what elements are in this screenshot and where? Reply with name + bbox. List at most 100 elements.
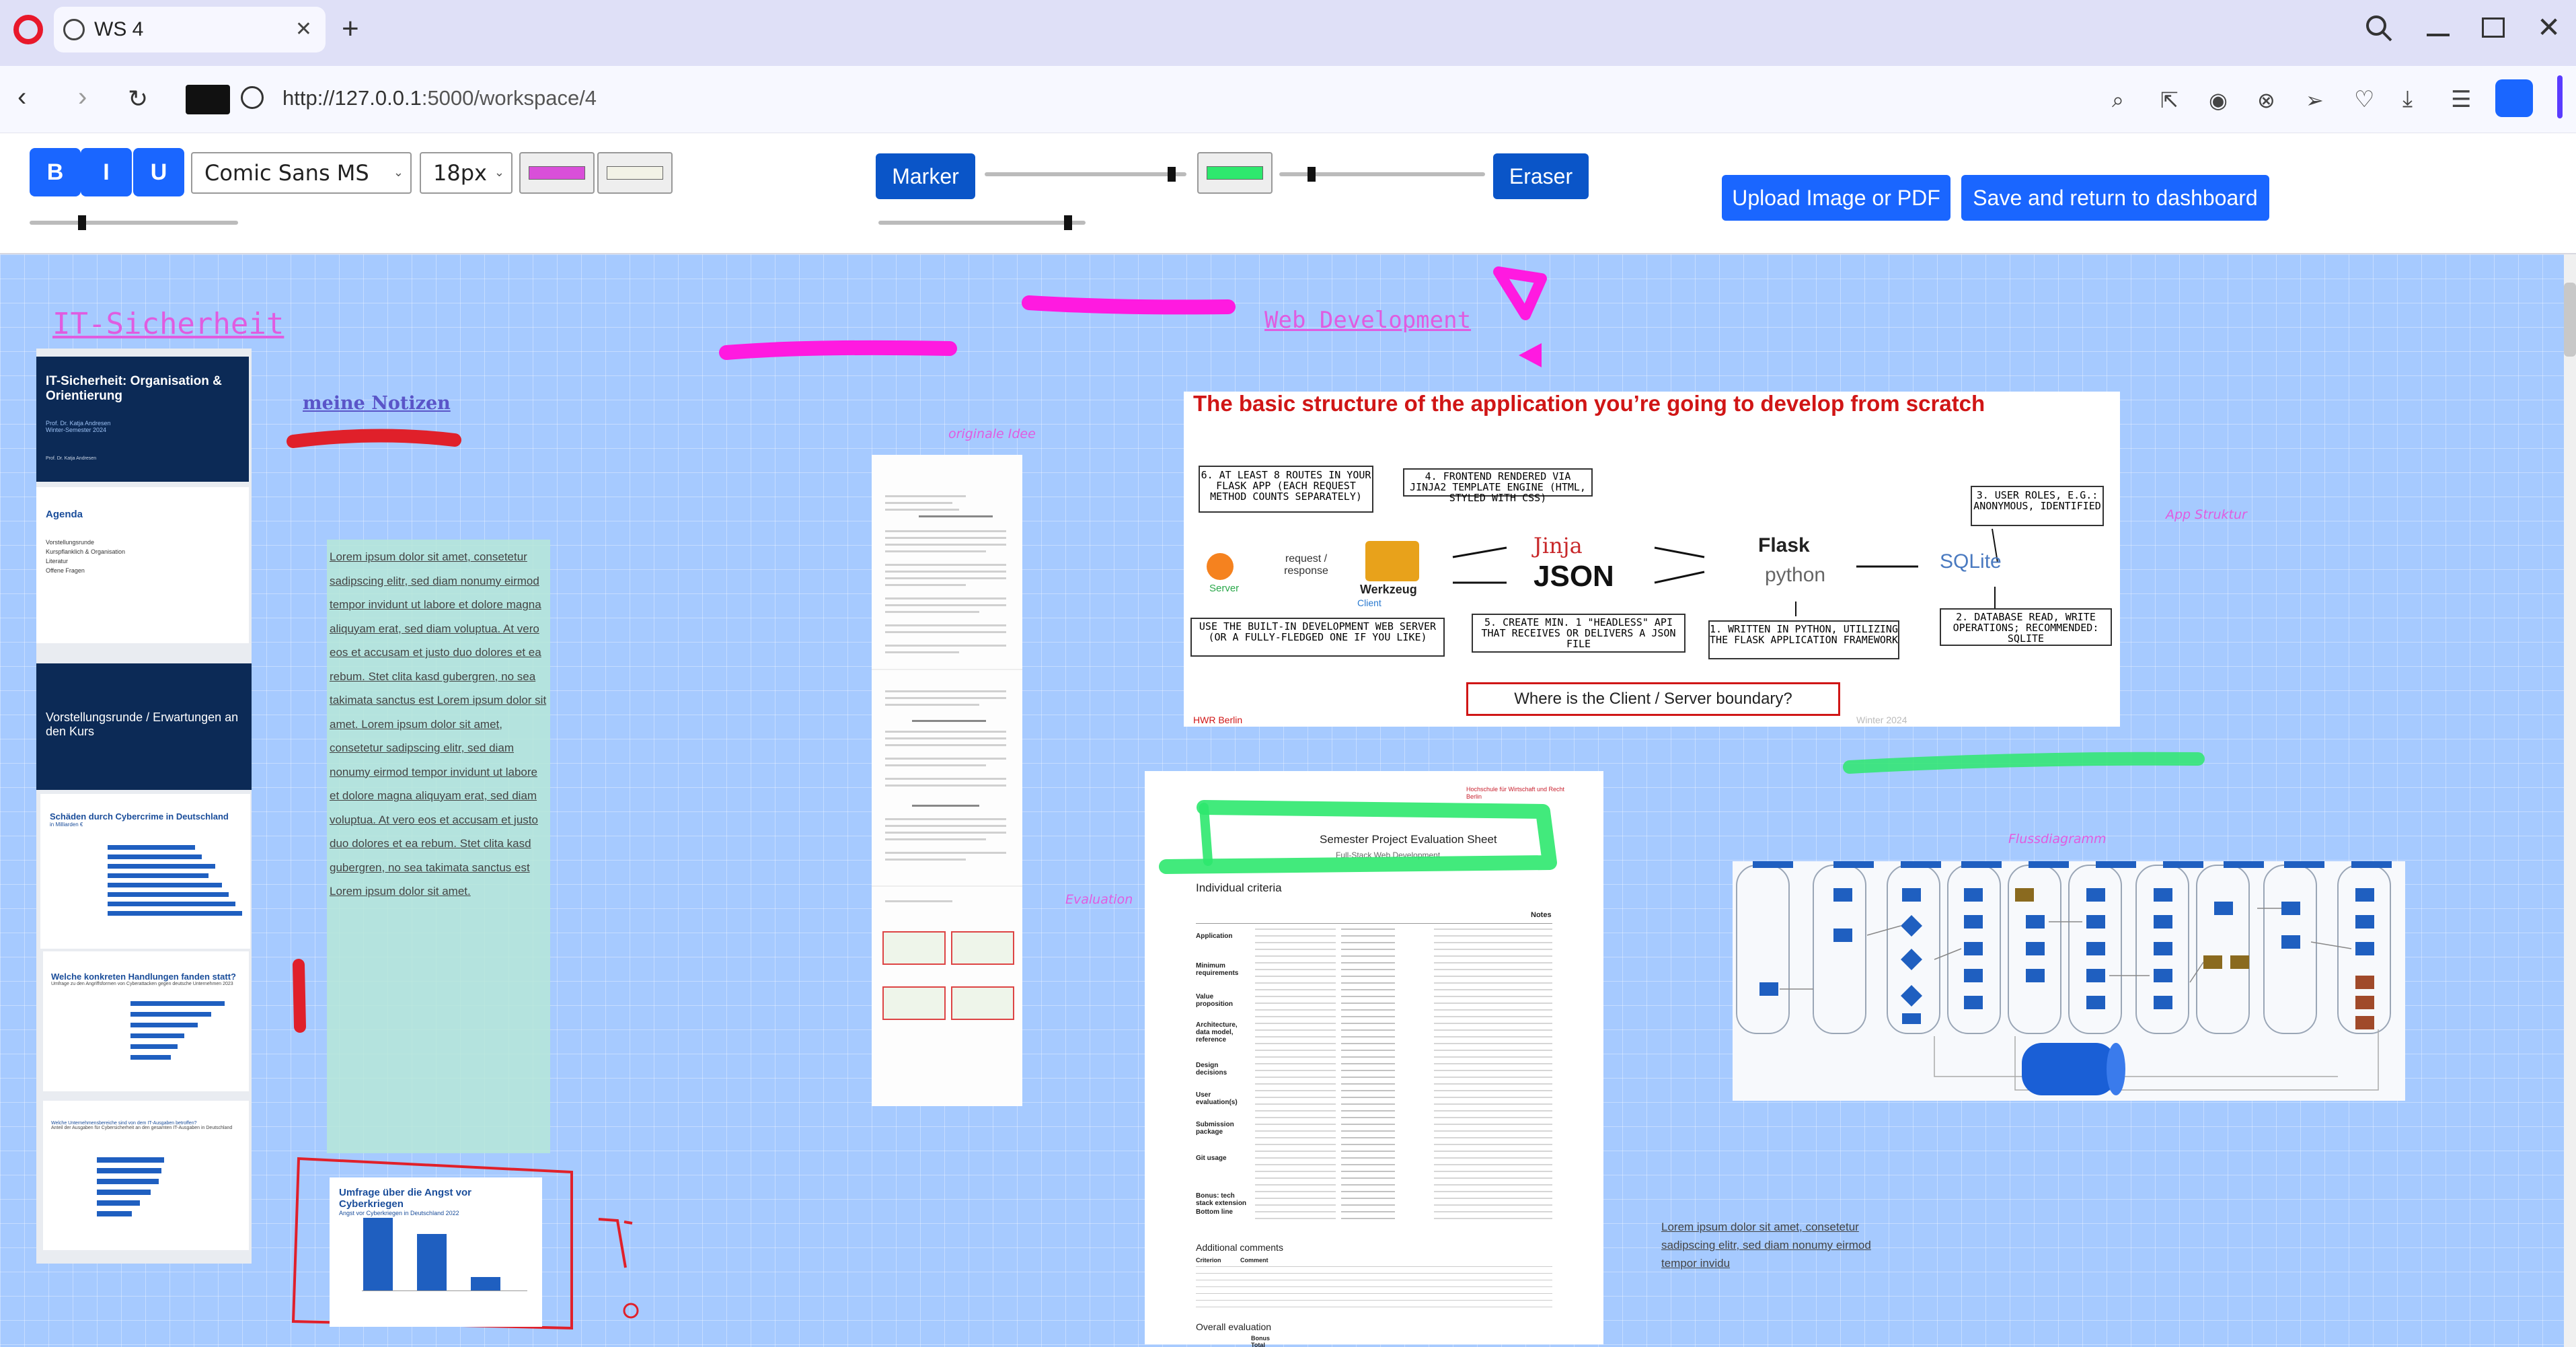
close-window-icon[interactable]: ✕ [2537,11,2561,44]
minimize-icon[interactable] [2427,34,2450,36]
shield-icon[interactable]: ⊗ [2257,87,2275,113]
globe-icon[interactable] [241,86,264,109]
editor-toolbar: B I U Comic Sans MS ⌄ 18px ⌄ Marker Eras… [0,133,2576,254]
close-tab-icon[interactable]: ✕ [295,17,312,41]
slide-6-title: Welche Unternehmensbereiche sind von dem… [51,1121,197,1126]
eraser-button[interactable]: Eraser [1493,153,1589,199]
url-host: http://127.0.0.1 [282,86,422,110]
italic-button[interactable]: I [81,148,132,196]
slide-agenda: Agenda Vorstellungsrunde Kurspflanklich … [36,487,249,643]
diagram-box-api: 5. CREATE MIN. 1 "HEADLESS" API THAT REC… [1472,614,1685,653]
share-icon[interactable]: ⇱ [2160,87,2179,113]
idea-sketch-3 [882,986,946,1020]
tab-title: WS 4 [94,18,144,40]
survey-subtitle: Angst vor Cyberkriegen in Deutschland 20… [339,1210,459,1216]
bold-button[interactable]: B [30,148,81,196]
short-note-text[interactable]: Lorem ipsum dolor sit amet, consetetur s… [1661,1218,1883,1272]
survey-chart-image[interactable]: Umfrage über die Angst vor Cyberkriegen … [330,1177,542,1327]
chevron-down-icon: ⌄ [393,166,404,180]
upload-button[interactable]: Upload Image or PDF [1722,175,1950,221]
idea-document[interactable] [872,455,1022,1106]
slide-schaeden: Schäden durch Cybercrime in Deutschland … [40,794,250,949]
background-color-picker[interactable] [597,152,673,194]
idea-sketch-1 [882,931,946,965]
comment-header: Comment [1240,1257,1268,1264]
slide-6-subtitle: Anteil der Ausgaben für Cybersicherheit … [51,1126,233,1130]
slide-5-title: Welche konkreten Handlungen fanden statt… [51,972,236,982]
text-size-slider[interactable] [30,209,238,235]
slide-vorstellung: Vorstellungsrunde / Erwartungen an den K… [36,663,252,790]
chevron-down-icon: ⌄ [494,166,504,180]
row-min-requirements: Minimum requirements [1196,962,1239,977]
marker-color-picker[interactable] [1197,152,1273,194]
criteria-descriptions [1255,929,1336,1225]
scrollbar-thumb[interactable] [2564,283,2576,357]
slides-column[interactable]: IT-Sicherheit: Organisation & Orientieru… [36,349,252,1264]
app-structure-diagram[interactable]: The basic structure of the application y… [1184,392,2120,727]
slide-1-subtitle: Prof. Dr. Katja Andresen Winter-Semester… [46,420,111,433]
score-boxes [1341,929,1395,1225]
opera-logo-icon[interactable] [13,15,43,44]
marker-button[interactable]: Marker [876,153,975,199]
workspace-badge-icon[interactable] [186,85,230,114]
diagram-box-python: 1. WRITTEN IN PYTHON, UTILIZING THE FLAS… [1708,620,1899,659]
send-icon[interactable]: ➢ [2306,87,2324,113]
slide-4-subtitle: in Milliarden € [50,822,83,828]
red-circle [623,1303,639,1319]
flow-diagram-graphic [1736,861,2392,1095]
comment-lines [1196,1266,1552,1313]
browser-tab-bar: WS 4 ✕ + ✕ [0,0,2576,66]
zoom-icon[interactable]: ⌕ [2112,87,2124,113]
slide-4-title: Schäden durch Cybercrime in Deutschland [50,811,229,822]
notes-text[interactable]: Lorem ipsum dolor sit amet, consetetur s… [330,545,549,904]
idea-sketch-4 [951,986,1014,1020]
slide-2-items: Vorstellungsrunde Kurspflanklich & Organ… [46,539,126,574]
diagram-footer-left: HWR Berlin [1193,715,1243,725]
row-architecture: Architecture, data model, reference [1196,1021,1238,1044]
magenta-stroke-1 [719,340,957,360]
heart-icon[interactable]: ♡ [2354,86,2374,113]
settings-icon[interactable]: ☰ [2451,86,2471,113]
boundary-question: Where is the Client / Server boundary? [1466,682,1840,716]
text-color-picker[interactable] [519,152,595,194]
font-family-select[interactable]: Comic Sans MS ⌄ [191,152,412,194]
slide-1-title: IT-Sicherheit: Organisation & Orientieru… [46,374,222,403]
font-size-select[interactable]: 18px ⌄ [420,152,513,194]
url-field[interactable]: http://127.0.0.1:5000/workspace/4 [282,86,597,110]
row-application: Application [1196,933,1233,940]
download-icon[interactable]: ⤓ [2402,86,2413,112]
marker-opacity-slider[interactable] [1279,160,1485,187]
underline-button[interactable]: U [133,148,184,196]
diagram-footer-right: Winter 2024 [1856,715,1907,725]
slide-title: IT-Sicherheit: Organisation & Orientieru… [36,357,249,482]
browser-tab[interactable]: WS 4 ✕ [54,7,326,52]
slide-5-subtitle: Umfrage zu den Angriffsformen von Cybera… [51,982,233,986]
new-tab-icon[interactable]: + [342,12,359,46]
slide-2-title: Agenda [46,509,83,520]
slide-1-footer: Prof. Dr. Katja Andresen [46,456,97,461]
json-label: JSON [1533,560,1614,593]
sidebar-handle[interactable] [2557,75,2563,118]
workspace-canvas[interactable]: IT-Sicherheit Web Development meine Noti… [0,254,2564,1347]
save-button[interactable]: Save and return to dashboard [1961,175,2269,221]
eraser-size-slider[interactable] [878,209,1086,235]
search-tabs-icon[interactable] [2364,13,2394,43]
back-icon[interactable]: ‹ [17,82,26,112]
diagram-box-database: 2. DATABASE READ, WRITE OPERATIONS; RECO… [1940,608,2112,646]
canvas-scrollbar[interactable] [2564,254,2576,1347]
restore-icon[interactable] [2482,17,2505,38]
criterion-header: Criterion [1196,1257,1221,1264]
font-size-value: 18px [433,160,487,186]
text-color-swatch [529,166,585,180]
row-user-evaluations: User evaluation(s) [1196,1091,1238,1106]
camera-icon[interactable]: ◉ [2209,87,2228,113]
url-path: :5000/workspace/4 [421,86,597,110]
reload-icon[interactable]: ↻ [128,85,148,113]
marker-width-slider[interactable] [985,160,1186,187]
notes-lines [1434,929,1552,1225]
additional-comments: Additional comments [1196,1242,1283,1253]
profile-icon[interactable] [2495,79,2533,117]
globe-icon [63,19,85,40]
forward-icon[interactable]: › [78,82,87,112]
flow-diagram[interactable] [1733,861,2405,1101]
